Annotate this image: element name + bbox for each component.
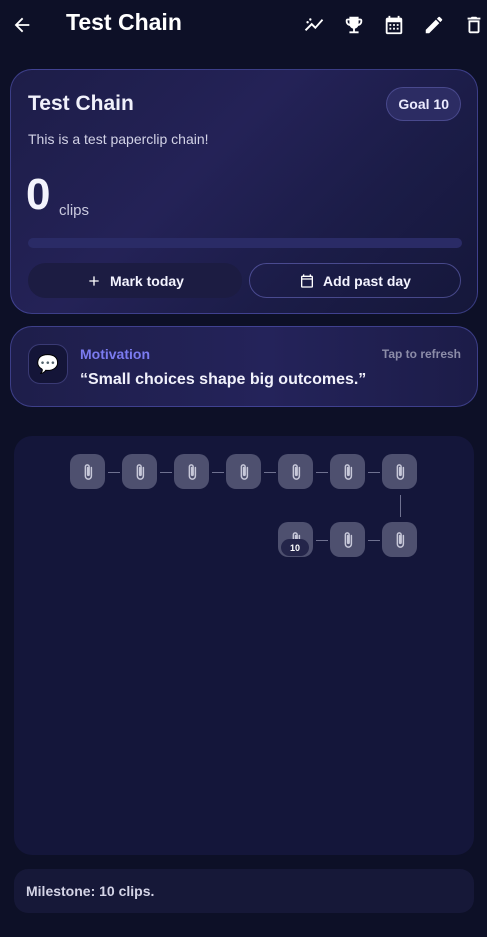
paperclip-icon: [382, 454, 417, 489]
mark-today-label: Mark today: [110, 272, 184, 289]
paperclip-icon: 10: [278, 522, 313, 557]
paperclip-icon: [226, 454, 261, 489]
clip-count-unit: clips: [59, 202, 90, 219]
back-arrow-icon[interactable]: [8, 11, 36, 39]
page-title: Test Chain: [66, 9, 182, 35]
chain-description: This is a test paperclip chain!: [28, 131, 209, 147]
motivation-label: Motivation: [80, 346, 150, 362]
chain-link: [107, 471, 120, 473]
chain-link: [159, 471, 172, 473]
motivation-card[interactable]: 💬 Motivation Tap to refresh “Small choic…: [10, 326, 478, 407]
add-past-day-label: Add past day: [323, 272, 411, 289]
paperclip-icon: [330, 454, 365, 489]
add-past-day-button[interactable]: Add past day: [249, 263, 461, 298]
plus-icon: [89, 275, 99, 286]
paperclip-icon: [70, 454, 105, 489]
chat-bubble-icon: 💬: [28, 344, 68, 384]
app-bar: Test Chain: [0, 0, 487, 50]
edit-pencil-icon[interactable]: [420, 11, 448, 39]
milestone-bar: Milestone: 10 clips.: [14, 869, 474, 913]
chain-link: [211, 471, 224, 473]
chain-link: [367, 471, 380, 473]
goal-badge: Goal 10: [386, 87, 461, 121]
chain-link: [315, 471, 328, 473]
clip-count: 0: [26, 170, 51, 219]
milestone-badge: 10: [281, 539, 309, 556]
paperclip-icon: [330, 522, 365, 557]
paperclip-icon: [122, 454, 157, 489]
chain-summary-card: Test Chain Goal 10 This is a test paperc…: [10, 69, 478, 314]
chain-link: [399, 495, 401, 517]
paperclip-icon: [278, 454, 313, 489]
trophy-icon[interactable]: [340, 11, 368, 39]
trend-chart-icon[interactable]: [300, 11, 328, 39]
chain-link: [367, 539, 380, 541]
chain-link: [315, 539, 328, 541]
paperclip-icon: [382, 522, 417, 557]
delete-icon[interactable]: [460, 11, 487, 39]
tap-to-refresh-hint: Tap to refresh: [381, 347, 461, 361]
chain-title: Test Chain: [28, 92, 134, 115]
milestone-text: Milestone: 10 clips.: [26, 883, 155, 899]
paperclip-icon: [174, 454, 209, 489]
chain-link: [263, 471, 276, 473]
mark-today-button[interactable]: Mark today: [28, 263, 242, 298]
calendar-icon[interactable]: [380, 11, 408, 39]
motivation-quote: “Small choices shape big outcomes.”: [80, 371, 367, 388]
paperclip-chain-area: 10: [14, 436, 474, 855]
goal-progress-bar: [28, 238, 462, 248]
calendar-icon: [301, 273, 314, 288]
